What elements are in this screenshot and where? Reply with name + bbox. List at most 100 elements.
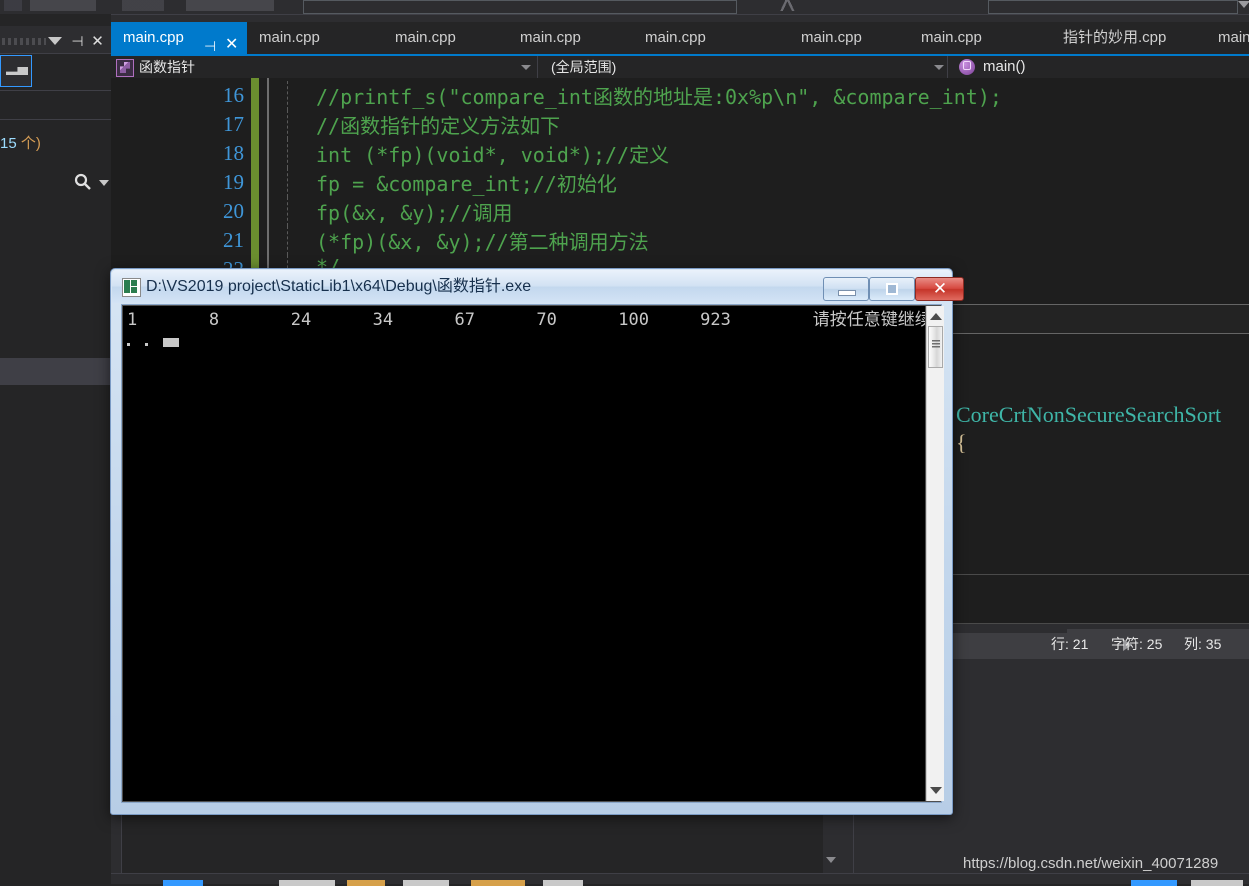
list-glyph-icon [6, 67, 28, 75]
code-line[interactable]: //printf_s("compare_int函数的地址是:0x%p\n", &… [316, 81, 1002, 110]
right-pane-code-text: CoreCrtNonSecureSearchSort [956, 402, 1222, 427]
console-window[interactable]: D:\VS2019 project\StaticLib1\x64\Debug\函… [110, 268, 964, 815]
lower-tab-active[interactable] [163, 880, 203, 886]
scroll-down-arrow-icon[interactable] [930, 787, 942, 794]
editor-tab-label: 指针的妙用.cpp [1063, 29, 1167, 46]
maximize-button[interactable] [869, 277, 915, 301]
console-output-line: 1 8 24 34 67 70 100 923 请按任意键继续. [127, 310, 925, 330]
line-number: 20 [223, 199, 244, 223]
project-dropdown-label[interactable]: 函数指针 [139, 56, 195, 78]
code-line[interactable]: int (*fp)(void*, void*);//定义 [316, 139, 669, 168]
toolbar-icon-group[interactable] [758, 0, 818, 11]
toolbar-combo-1[interactable] [303, 0, 737, 14]
editor-tab-label: main.cpp [395, 29, 456, 46]
left-tool-window: ⊣ ✕ 15 个) [0, 14, 111, 884]
lower-tab-item[interactable] [1191, 880, 1243, 886]
editor-tab-strip: main.cpp ⊣ ✕ main.cpp main.cpp main.cpp main.c… [111, 22, 1249, 54]
search-input[interactable] [0, 90, 111, 190]
maximize-icon [886, 283, 898, 295]
lower-tab-item[interactable] [347, 880, 385, 886]
editor-tab-label: main.cpp [801, 29, 862, 46]
code-line[interactable]: fp = &compare_int;//初始化 [316, 168, 617, 197]
editor-tab-label: main.cpp [123, 29, 184, 46]
editor-tab-active[interactable]: main.cpp ⊣ ✕ [111, 22, 247, 54]
code-line[interactable]: (*fp)(&x, &y);//第二种调用方法 [316, 226, 649, 255]
editor-tab[interactable]: main.cpp [789, 22, 909, 54]
divider [947, 56, 948, 78]
console-title-bar[interactable]: D:\VS2019 project\StaticLib1\x64\Debug\函… [112, 270, 964, 303]
scroll-up-arrow-icon[interactable] [930, 313, 942, 320]
toolbar-dropdown-button[interactable] [0, 55, 32, 87]
editor-tab[interactable]: main.cpp [909, 22, 1029, 54]
status-char-label: 字符: 25 [1111, 636, 1163, 652]
lower-tab-item[interactable] [543, 880, 583, 886]
watermark-url: https://blog.csdn.net/weixin_40071289 [963, 855, 1219, 872]
editor-tab[interactable]: 指针的妙用.cpp [1051, 22, 1199, 54]
pin-icon[interactable]: ⊣ [70, 34, 85, 49]
scrollbar-thumb[interactable] [928, 326, 943, 368]
close-button[interactable]: ✕ [915, 277, 964, 301]
indent-guide [287, 168, 288, 197]
close-icon[interactable]: ✕ [90, 34, 105, 49]
editor-tab-label: main [1218, 29, 1249, 46]
lower-tab-item[interactable] [471, 880, 525, 886]
indent-guide [287, 139, 288, 168]
chevron-down-icon[interactable] [99, 180, 109, 186]
list-item[interactable] [0, 358, 111, 385]
right-pane-brace: { [956, 430, 967, 455]
editor-tab[interactable]: main.cpp [383, 22, 503, 54]
code-line[interactable]: //函数指针的定义方法如下 [316, 110, 560, 139]
result-count-label: 15 个) [0, 132, 111, 152]
editor-tab[interactable]: main.cpp [508, 22, 628, 54]
chevron-down-icon[interactable] [934, 65, 944, 70]
result-count-suffix: 个) [16, 135, 41, 152]
main-toolbar [0, 0, 1249, 15]
close-icon: ✕ [932, 279, 948, 298]
lower-tab-item[interactable] [279, 880, 335, 886]
lower-tab-item[interactable] [1131, 880, 1177, 886]
console-output-screen[interactable]: 1 8 24 34 67 70 100 923 请按任意键继续. [123, 306, 925, 801]
editor-tab[interactable]: main [1206, 22, 1249, 54]
status-col-label: 列: 35 [1184, 636, 1222, 652]
minimize-button[interactable] [823, 277, 869, 301]
project-icon [116, 59, 134, 77]
editor-tab[interactable]: main.cpp [633, 22, 753, 54]
scrollbar-grip-icon [932, 340, 940, 349]
console-client-area: 1 8 24 34 67 70 100 923 请按任意键继续. [121, 304, 944, 803]
scroll-down-arrow-icon[interactable] [826, 857, 836, 863]
editor-tab-label: main.cpp [520, 29, 581, 46]
lower-tab-item[interactable] [403, 880, 449, 886]
output-pane[interactable] [121, 813, 833, 875]
minimize-icon [838, 290, 856, 296]
toolbar-combo-2[interactable] [988, 0, 1238, 14]
divider [537, 56, 538, 78]
lower-tab-strip[interactable] [111, 874, 1249, 886]
line-number: 18 [223, 141, 244, 165]
result-count-number: 15 [0, 135, 17, 152]
console-cursor [163, 338, 179, 347]
chevron-down-icon[interactable] [521, 65, 531, 70]
line-number: 16 [223, 83, 244, 107]
editor-tab[interactable]: main.cpp [247, 22, 367, 54]
line-number: 19 [223, 170, 244, 194]
toolbar-buttons-group[interactable] [4, 0, 274, 11]
editor-tab-label: main.cpp [259, 29, 320, 46]
editor-navigation-bar: 函数指针 (全局范围) main() [111, 56, 1249, 78]
indent-guide [287, 110, 288, 139]
indent-guide [287, 81, 288, 110]
code-line[interactable]: fp(&x, &y);//调用 [316, 197, 513, 226]
indent-guide [287, 226, 288, 255]
indent-guide [287, 197, 288, 226]
console-app-icon [122, 278, 141, 297]
output-scrollbar[interactable] [823, 813, 839, 873]
editor-tab-label: main.cpp [645, 29, 706, 46]
chevron-down-icon[interactable] [48, 37, 62, 45]
member-dropdown-label[interactable]: main() [983, 56, 1026, 78]
tool-window-title [2, 38, 46, 45]
console-title-text: D:\VS2019 project\StaticLib1\x64\Debug\函… [146, 278, 532, 295]
scope-dropdown-label[interactable]: (全局范围) [551, 56, 616, 78]
filter-icon[interactable] [1238, 1, 1249, 8]
search-icon [74, 173, 91, 190]
console-scrollbar[interactable] [926, 306, 944, 801]
editor-tab-label: main.cpp [921, 29, 982, 46]
